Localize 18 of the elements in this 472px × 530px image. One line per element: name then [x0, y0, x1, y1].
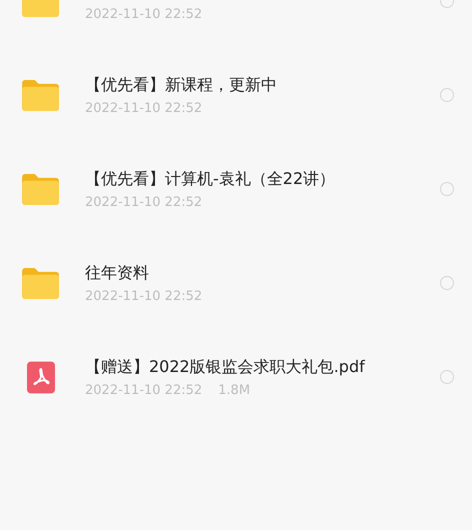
file-name: 【优先看】新课程，更新中 [85, 74, 278, 95]
select-radio[interactable] [440, 370, 454, 384]
select-radio[interactable] [440, 182, 454, 196]
pdf-file-icon [26, 360, 54, 394]
modified-date: 2022-11-10 22:52 [85, 101, 202, 116]
select-radio[interactable] [440, 88, 454, 102]
folder-icon [22, 80, 59, 110]
modified-date: 2022-11-10 22:52 [85, 195, 202, 210]
modified-date: 2022-11-10 22:52 [85, 289, 202, 304]
modified-date: 2022-11-10 22:52 [85, 383, 202, 398]
file-name: 【赠送】2022版银监会求职大礼包.pdf [85, 356, 366, 377]
file-size: 1.8M [218, 383, 250, 398]
file-name: 往年资料 [85, 262, 150, 283]
folder-icon [22, 174, 59, 204]
folder-icon [22, 268, 59, 298]
modified-date: 2022-11-10 22:52 [85, 7, 202, 22]
file-name: 【优先看】计算机-袁礼（全22讲） [85, 168, 336, 189]
select-radio[interactable] [440, 276, 454, 290]
